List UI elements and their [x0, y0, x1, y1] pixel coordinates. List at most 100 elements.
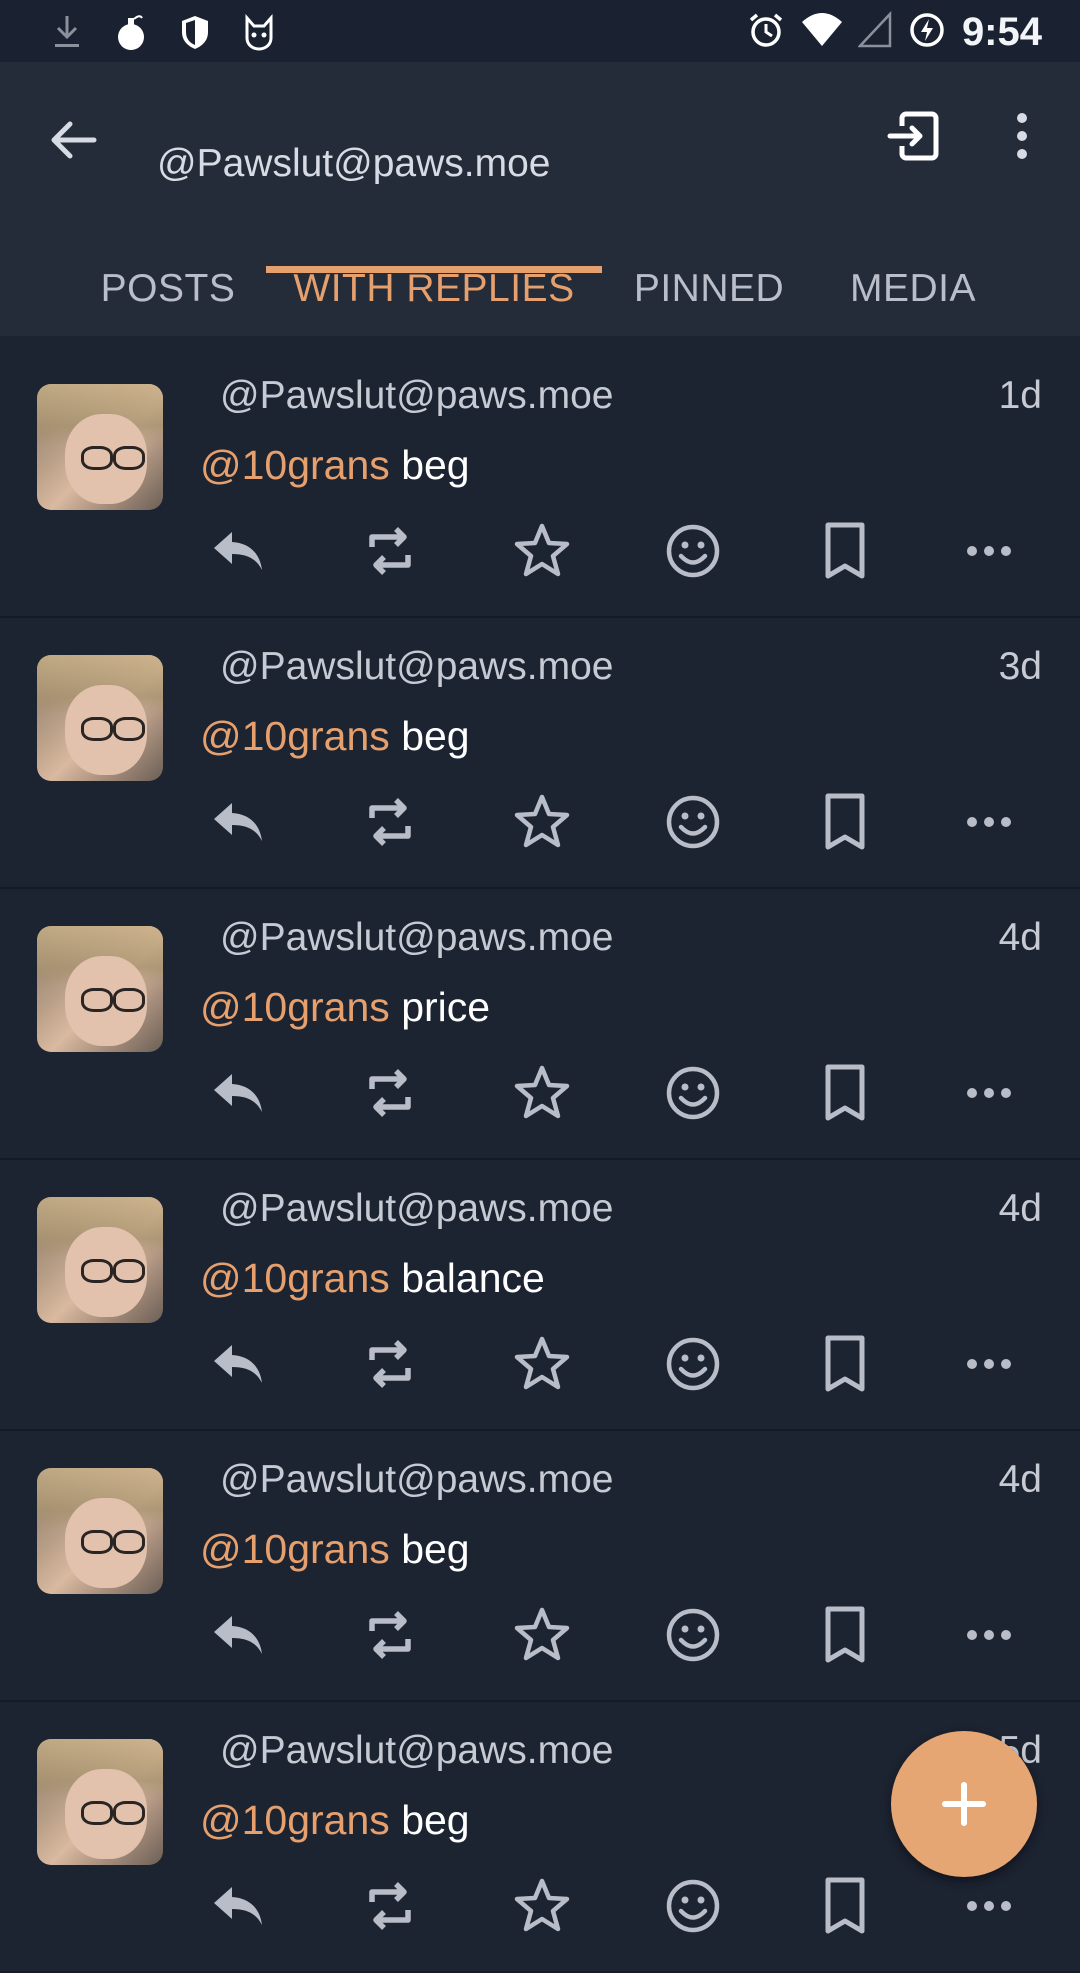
mention-link[interactable]: @10grans — [200, 713, 390, 759]
active-tab-indicator — [266, 266, 602, 273]
tab-posts[interactable]: POSTS — [70, 242, 266, 336]
cat-icon — [242, 12, 276, 57]
post-text: beg — [401, 1797, 470, 1843]
exit-to-app-icon — [887, 111, 939, 161]
timeline-tabs: POSTS WITH REPLIES PINNED MEDIA — [0, 242, 1080, 336]
reply-button[interactable] — [203, 1329, 273, 1399]
emoji-react-icon — [663, 1876, 723, 1936]
boost-icon — [362, 1605, 418, 1665]
post-author[interactable]: @Pawslut@paws.moe — [220, 916, 614, 960]
favorite-button[interactable] — [507, 787, 577, 857]
reply-icon — [210, 1610, 266, 1660]
post-author[interactable]: @Pawslut@paws.moe — [220, 1187, 614, 1231]
boost-icon — [362, 1334, 418, 1394]
avatar[interactable] — [37, 384, 163, 510]
avatar[interactable] — [37, 926, 163, 1052]
boost-button[interactable] — [355, 1058, 425, 1128]
avatar[interactable] — [37, 655, 163, 781]
boost-button[interactable] — [355, 1329, 425, 1399]
post-author[interactable]: @Pawslut@paws.moe — [220, 1729, 614, 1773]
avatar[interactable] — [37, 1197, 163, 1323]
tab-pinned[interactable]: PINNED — [602, 242, 816, 336]
emoji-react-icon — [663, 1605, 723, 1665]
bookmark-icon — [820, 1334, 870, 1394]
favorite-button[interactable] — [507, 516, 577, 586]
post-text: price — [401, 984, 491, 1030]
back-button[interactable] — [44, 110, 104, 170]
bookmark-button[interactable] — [810, 787, 880, 857]
status-item[interactable]: @Pawslut@paws.moe 4d @10grans price — [0, 888, 1080, 1160]
status-item[interactable]: @Pawslut@paws.moe 1d @10grans beg — [0, 346, 1080, 618]
mention-link[interactable]: @10grans — [200, 984, 390, 1030]
mention-link[interactable]: @10grans — [200, 1797, 390, 1843]
avatar[interactable] — [37, 1739, 163, 1865]
bookmark-button[interactable] — [810, 1329, 880, 1399]
status-item[interactable]: @Pawslut@paws.moe 4d @10grans balance — [0, 1159, 1080, 1431]
avatar[interactable] — [37, 1468, 163, 1594]
mention-link[interactable]: @10grans — [200, 1526, 390, 1572]
reply-icon — [210, 1339, 266, 1389]
favorite-button[interactable] — [507, 1329, 577, 1399]
post-actions — [200, 1058, 1040, 1128]
post-timestamp: 3d — [998, 645, 1042, 688]
mention-link[interactable]: @10grans — [200, 1255, 390, 1301]
post-author[interactable]: @Pawslut@paws.moe — [220, 374, 614, 418]
post-text: beg — [401, 1526, 470, 1572]
favorite-button[interactable] — [507, 1871, 577, 1941]
more-options-button[interactable] — [954, 1329, 1024, 1399]
reply-icon — [210, 1068, 266, 1118]
emoji-react-button[interactable] — [658, 1871, 728, 1941]
tab-media[interactable]: MEDIA — [816, 242, 1010, 336]
more-options-button[interactable] — [954, 1871, 1024, 1941]
more-options-button[interactable] — [954, 516, 1024, 586]
favorite-button[interactable] — [507, 1058, 577, 1128]
bookmark-icon — [820, 792, 870, 852]
emoji-react-button[interactable] — [658, 787, 728, 857]
status-item[interactable]: @Pawslut@paws.moe 4d @10grans beg — [0, 1430, 1080, 1702]
bookmark-button[interactable] — [810, 1600, 880, 1670]
tab-with-replies[interactable]: WITH REPLIES — [266, 242, 602, 336]
emoji-react-button[interactable] — [658, 1600, 728, 1670]
more-options-button[interactable] — [954, 787, 1024, 857]
post-author[interactable]: @Pawslut@paws.moe — [220, 645, 614, 689]
status-item[interactable]: @Pawslut@paws.moe 3d @10grans beg — [0, 617, 1080, 889]
more-options-icon — [964, 541, 1014, 561]
compose-button[interactable] — [891, 1731, 1037, 1877]
emoji-react-button[interactable] — [658, 1329, 728, 1399]
bookmark-button[interactable] — [810, 1058, 880, 1128]
bookmark-button[interactable] — [810, 516, 880, 586]
open-in-browser-button[interactable] — [884, 106, 944, 166]
reply-button[interactable] — [203, 787, 273, 857]
reply-button[interactable] — [203, 516, 273, 586]
post-timestamp: 1d — [998, 374, 1042, 417]
bookmark-icon — [820, 1605, 870, 1665]
reply-button[interactable] — [203, 1058, 273, 1128]
post-actions — [200, 1329, 1040, 1399]
post-timestamp: 4d — [998, 916, 1042, 959]
emoji-react-icon — [663, 521, 723, 581]
mention-link[interactable]: @10grans — [200, 442, 390, 488]
post-content: @10grans beg — [200, 1797, 470, 1844]
more-options-button[interactable] — [954, 1058, 1024, 1128]
post-author[interactable]: @Pawslut@paws.moe — [220, 1458, 614, 1502]
reply-button[interactable] — [203, 1871, 273, 1941]
emoji-react-button[interactable] — [658, 1058, 728, 1128]
post-content: @10grans beg — [200, 713, 470, 760]
shield-icon — [178, 12, 212, 57]
overflow-menu-button[interactable] — [1000, 106, 1044, 166]
favorite-button[interactable] — [507, 1600, 577, 1670]
boost-button[interactable] — [355, 1600, 425, 1670]
post-actions — [200, 1600, 1040, 1670]
bookmark-icon — [820, 1876, 870, 1936]
boost-icon — [362, 1063, 418, 1123]
boost-button[interactable] — [355, 787, 425, 857]
reply-button[interactable] — [203, 1600, 273, 1670]
battery-saver-icon — [906, 10, 948, 55]
more-options-button[interactable] — [954, 1600, 1024, 1670]
emoji-react-button[interactable] — [658, 516, 728, 586]
boost-button[interactable] — [355, 516, 425, 586]
bookmark-button[interactable] — [810, 1871, 880, 1941]
more-vertical-icon — [1017, 113, 1027, 159]
account-title: @Pawslut@paws.moe — [157, 142, 551, 185]
boost-button[interactable] — [355, 1871, 425, 1941]
